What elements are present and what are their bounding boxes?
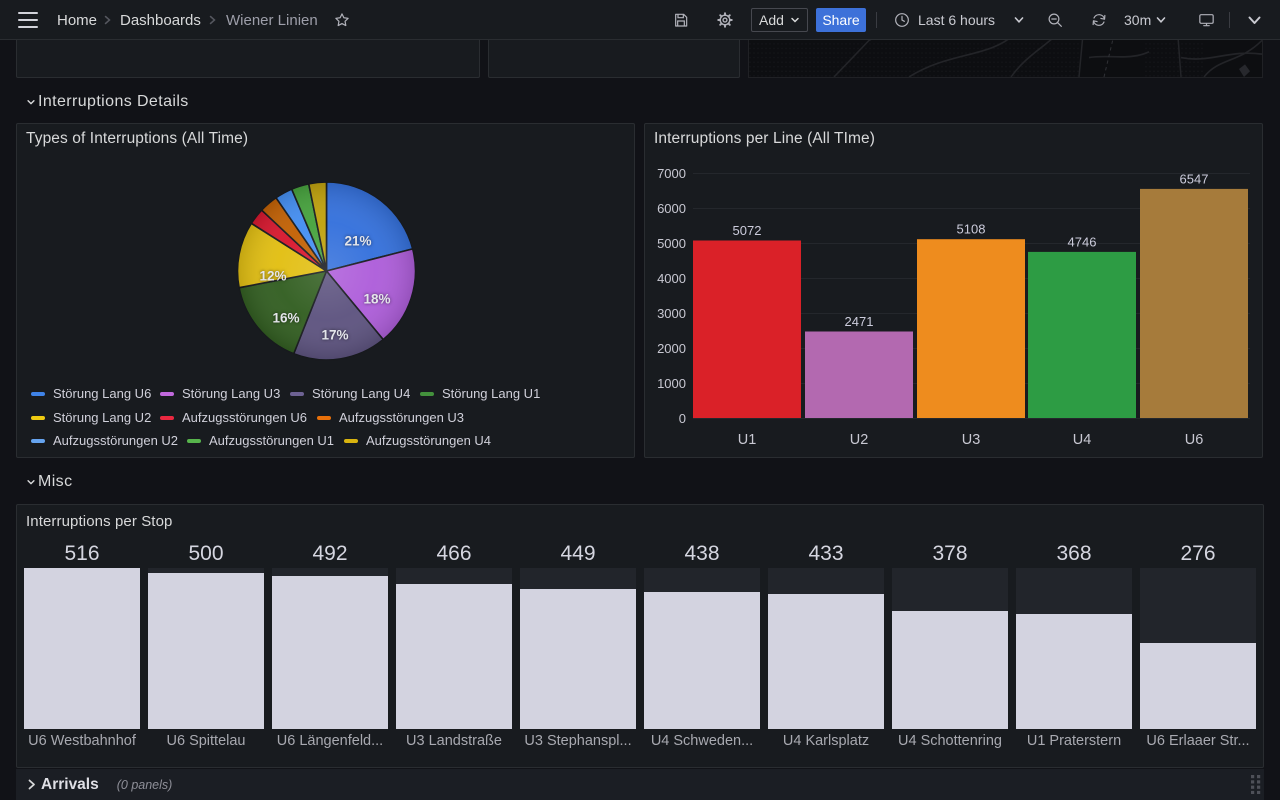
svg-text:5000: 5000 — [657, 236, 686, 251]
svg-text:3000: 3000 — [657, 306, 686, 321]
svg-text:6000: 6000 — [657, 201, 686, 216]
svg-text:2000: 2000 — [657, 341, 686, 356]
svg-text:4000: 4000 — [657, 271, 686, 286]
svg-text:0: 0 — [679, 411, 686, 426]
svg-text:7000: 7000 — [657, 166, 686, 181]
svg-text:5072: 5072 — [733, 223, 762, 238]
svg-text:U1: U1 — [738, 432, 757, 448]
svg-text:U3: U3 — [962, 432, 981, 448]
svg-text:U4: U4 — [1073, 432, 1092, 448]
svg-text:6547: 6547 — [1180, 172, 1209, 187]
svg-text:2471: 2471 — [845, 314, 874, 329]
svg-text:4746: 4746 — [1068, 235, 1097, 250]
svg-text:U6: U6 — [1185, 432, 1204, 448]
svg-text:U2: U2 — [850, 432, 869, 448]
svg-text:1000: 1000 — [657, 376, 686, 391]
svg-text:5108: 5108 — [957, 222, 986, 237]
